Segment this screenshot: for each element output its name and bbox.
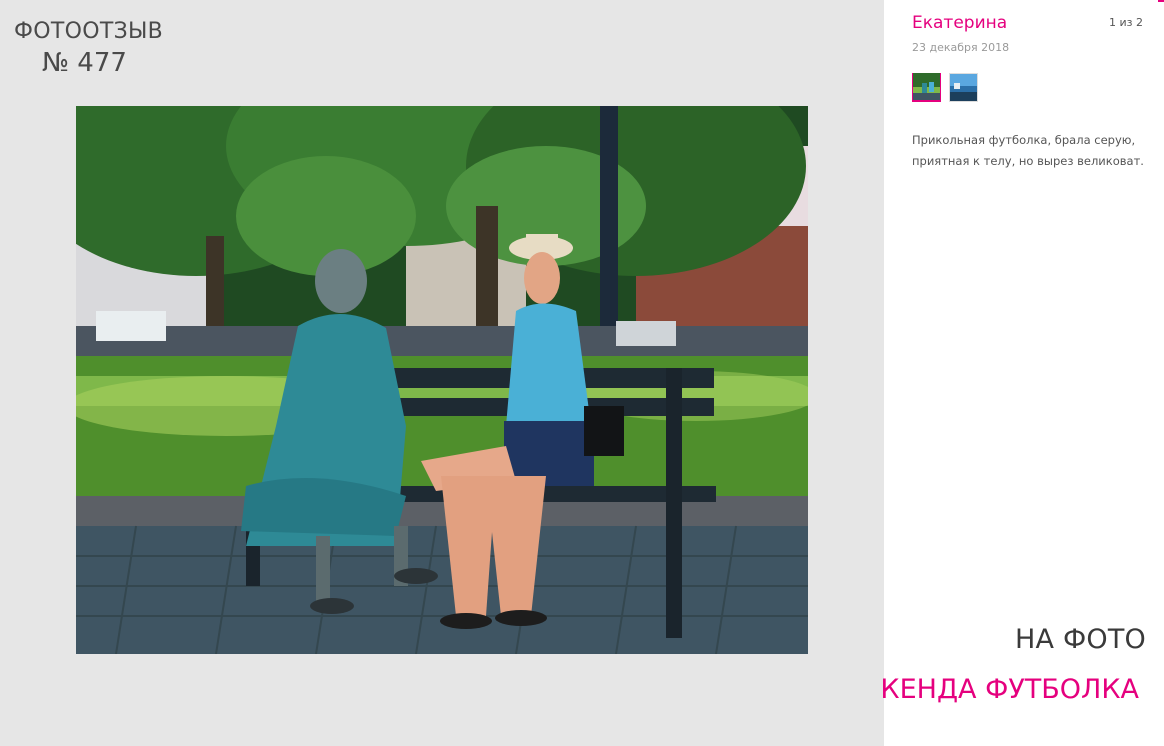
gallery-pane: ФОТООТЗЫВ № 477 xyxy=(0,0,884,746)
corner-accent-mark xyxy=(1158,0,1164,2)
thumbnail-1[interactable] xyxy=(912,73,941,102)
thumbnail-2-image xyxy=(950,74,977,101)
review-text: Прикольная футболка, брала серую, приятн… xyxy=(912,133,1144,168)
review-sidebar: Екатерина 1 из 2 23 декабря 2018 Приколь… xyxy=(880,0,1164,746)
thumbnail-2[interactable] xyxy=(949,73,978,102)
review-label: ФОТООТЗЫВ xyxy=(14,19,164,44)
product-link[interactable]: КЕНДА ФУТБОЛКА xyxy=(880,674,1139,705)
review-author: Екатерина xyxy=(912,13,1008,33)
review-number: № 477 xyxy=(42,48,127,78)
thumbnail-1-image xyxy=(913,73,940,100)
review-date: 23 декабря 2018 xyxy=(912,41,1010,54)
on-photo-label: НА ФОТО xyxy=(1015,624,1146,655)
photo-counter: 1 из 2 xyxy=(1109,16,1143,29)
photo-illustration xyxy=(76,106,808,654)
main-photo[interactable] xyxy=(76,106,808,654)
